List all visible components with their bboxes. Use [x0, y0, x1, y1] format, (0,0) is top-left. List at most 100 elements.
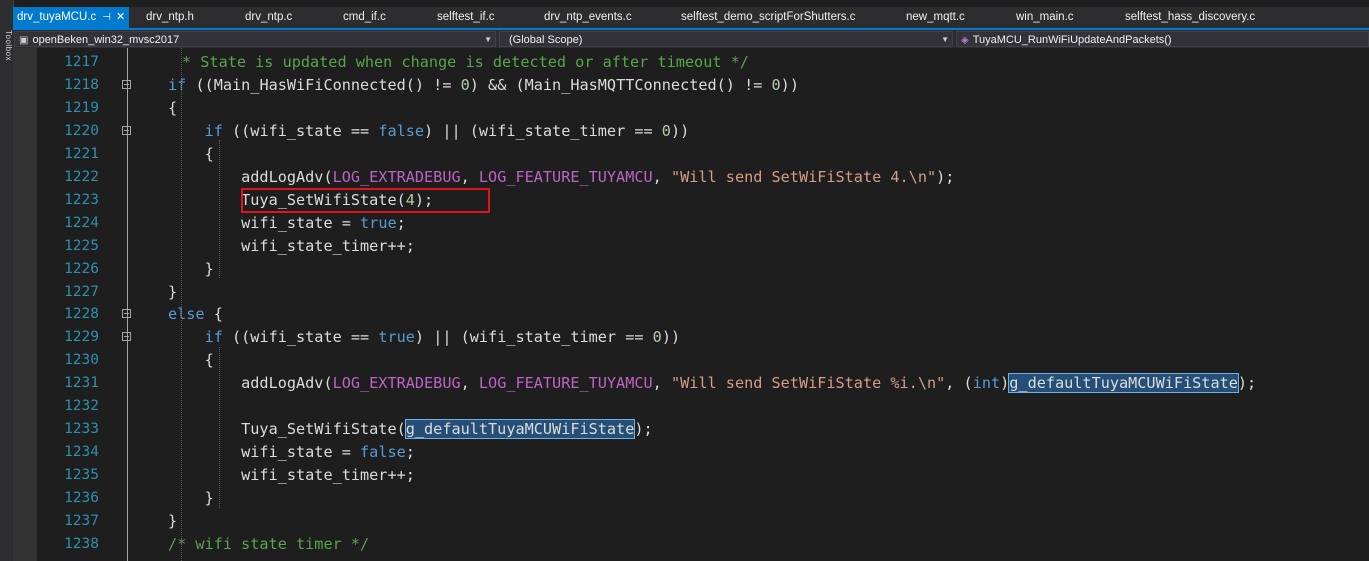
outline-guide [127, 48, 128, 561]
line-number: 1220 [64, 122, 99, 139]
code-text[interactable]: wifi_state = false; [168, 441, 415, 464]
code-line[interactable]: 1233 Tuya_SetWifiState(g_defaultTuyaMCUW… [13, 418, 1369, 441]
code-text[interactable]: wifi_state = true; [168, 212, 406, 235]
tab-drv-ntp-events-c[interactable]: drv_ntp_events.c [544, 7, 632, 28]
toolbox-strip[interactable]: Toolbox [0, 0, 14, 561]
code-token: 0 [661, 121, 671, 140]
code-token: , [652, 374, 671, 393]
tab-drv-tuyamcu-c[interactable]: drv_tuyaMCU.c ⊣ ✕ [13, 7, 130, 28]
code-line[interactable]: 1219 { [13, 97, 1369, 120]
code-line[interactable]: 1228 else { [13, 303, 1369, 326]
code-line[interactable]: 1226 } [13, 258, 1369, 281]
scope-dropdown-value: (Global Scope) [509, 34, 583, 46]
close-icon[interactable]: ✕ [116, 11, 125, 23]
code-line[interactable]: 1217 * State is updated when change is de… [13, 51, 1369, 74]
highlight-annotation-box [241, 188, 490, 213]
code-line[interactable]: 1227} [13, 281, 1369, 304]
tab-selftest-demo-scriptforshutters-c[interactable]: selftest_demo_scriptForShutters.c [681, 7, 856, 28]
code-line[interactable]: 1221 { [13, 143, 1369, 166]
code-token: { [204, 305, 223, 324]
code-line[interactable]: 1238 /* wifi state timer */ [13, 533, 1369, 556]
line-number: 1225 [64, 237, 99, 254]
function-dropdown[interactable]: ◈ TuyaMCU_RunWiFiUpdateAndPackets() [956, 31, 1369, 47]
code-text[interactable]: } [168, 258, 214, 281]
code-token: if [168, 75, 187, 94]
tab-drv-ntp-c[interactable]: drv_ntp.c [245, 7, 292, 28]
code-text[interactable]: wifi_state_timer++; [168, 235, 415, 258]
code-text[interactable]: else { [168, 303, 223, 326]
code-line[interactable]: 1236 } [13, 487, 1369, 510]
line-number: 1226 [64, 260, 99, 277]
line-number: 1237 [64, 513, 99, 529]
tab-win-main-c[interactable]: win_main.c [1016, 7, 1074, 28]
code-text[interactable]: addLogAdv(LOG_EXTRADEBUG, LOG_FEATURE_TU… [168, 372, 1256, 395]
code-text[interactable]: { [168, 143, 214, 166]
code-line[interactable]: 1230 { [13, 349, 1369, 372]
code-text[interactable]: * State is updated when change is detect… [182, 51, 749, 74]
document-tab-bar: drv_tuyaMCU.c ⊣ ✕ drv_ntp.h drv_ntp.c cmd_… [13, 7, 1369, 30]
code-text[interactable]: } [168, 487, 214, 510]
code-line[interactable]: 1220 if ((wifi_state == false) || (wifi_… [13, 120, 1369, 143]
tab-new-mqtt-c[interactable]: new_mqtt.c [906, 7, 965, 28]
code-text[interactable]: } [168, 510, 177, 533]
code-text[interactable]: } [168, 281, 177, 304]
chevron-down-icon[interactable]: ▼ [941, 32, 949, 46]
code-line[interactable]: 1224 wifi_state = true; [13, 212, 1369, 235]
code-text[interactable]: { [168, 349, 214, 372]
code-token: } [168, 512, 178, 530]
code-token: ((wifi_state == [222, 328, 379, 347]
line-number: 1232 [64, 398, 99, 415]
tab-selftest-if-c[interactable]: selftest_if.c [437, 7, 495, 28]
code-editor[interactable]: 1217 * State is updated when change is de… [13, 48, 1369, 561]
code-text[interactable]: if ((wifi_state == false) || (wifi_state… [168, 120, 690, 143]
tab-drv-ntp-h[interactable]: drv_ntp.h [146, 7, 194, 28]
code-text[interactable]: Tuya_SetWifiState(g_defaultTuyaMCUWiFiSt… [168, 418, 653, 441]
line-number: 1218 [64, 76, 99, 93]
highlighted-reference: g_defaultTuyaMCUWiFiState [1008, 373, 1239, 394]
code-line[interactable]: 1235 wifi_state_timer++; [13, 464, 1369, 487]
code-token: 0 [460, 75, 470, 94]
tab-label: drv_tuyaMCU.c [17, 11, 97, 23]
line-number: 1231 [64, 375, 99, 392]
line-number: 1233 [64, 421, 99, 438]
code-text[interactable]: addLogAdv(LOG_EXTRADEBUG, LOG_FEATURE_TU… [168, 166, 954, 189]
toolbox-label[interactable]: Toolbox [1, 30, 13, 61]
tab-selftest-hass-discovery-c[interactable]: selftest_hass_discovery.c [1125, 7, 1255, 28]
code-token: 0 [652, 328, 662, 347]
code-line[interactable]: 1237} [13, 510, 1369, 533]
chevron-down-icon[interactable]: ▼ [484, 32, 492, 46]
code-line[interactable]: 1229 if ((wifi_state == true) || (wifi_s… [13, 326, 1369, 349]
line-number: 1234 [64, 444, 99, 461]
tab-cmd-if-c[interactable]: cmd_if.c [343, 7, 386, 28]
code-token: ); [1237, 374, 1257, 393]
pin-icon[interactable]: ⊣ [102, 12, 111, 23]
highlighted-reference: g_defaultTuyaMCUWiFiState [404, 419, 636, 440]
code-text[interactable]: /* wifi state timer */ [168, 533, 369, 556]
code-line[interactable]: 1218 if ((Main_HasWiFiConnected() != 0) &… [13, 74, 1369, 97]
code-token: )) [670, 121, 690, 140]
code-text[interactable]: if ((wifi_state == true) || (wifi_state_… [168, 326, 681, 349]
code-line[interactable]: 1231 addLogAdv(LOG_EXTRADEBUG, LOG_FEATU… [13, 372, 1369, 395]
code-token: if [204, 121, 223, 140]
code-token: ) || (wifi_state_timer == [424, 121, 662, 140]
code-line[interactable]: 1232 [13, 395, 1369, 418]
project-dropdown[interactable]: ▣ openBeken_win32_mvsc2017 ▼ [14, 31, 496, 47]
code-token: else [168, 305, 205, 324]
code-token: LOG_FEATURE_TUYAMCU [478, 374, 653, 393]
code-text[interactable]: wifi_state_timer++; [168, 464, 415, 487]
function-cube-icon: ◈ [961, 35, 969, 46]
code-line[interactable]: 1223 Tuya_SetWifiState(4); [13, 189, 1369, 212]
code-line[interactable]: 1234 wifi_state = false; [13, 441, 1369, 464]
code-line[interactable]: 1225 wifi_state_timer++; [13, 235, 1369, 258]
code-text[interactable]: { [168, 97, 177, 120]
code-token: ); [634, 420, 653, 439]
code-text[interactable]: if ((Main_HasWiFiConnected() != 0) && (M… [168, 74, 799, 97]
code-token: { [168, 351, 214, 370]
code-token: } [168, 282, 178, 301]
code-token: , [460, 167, 479, 186]
scope-dropdown[interactable]: (Global Scope) ▼ [499, 31, 953, 47]
code-token: , [652, 167, 671, 186]
code-line[interactable]: 1222 addLogAdv(LOG_EXTRADEBUG, LOG_FEATU… [13, 166, 1369, 189]
code-token: false [360, 443, 406, 462]
